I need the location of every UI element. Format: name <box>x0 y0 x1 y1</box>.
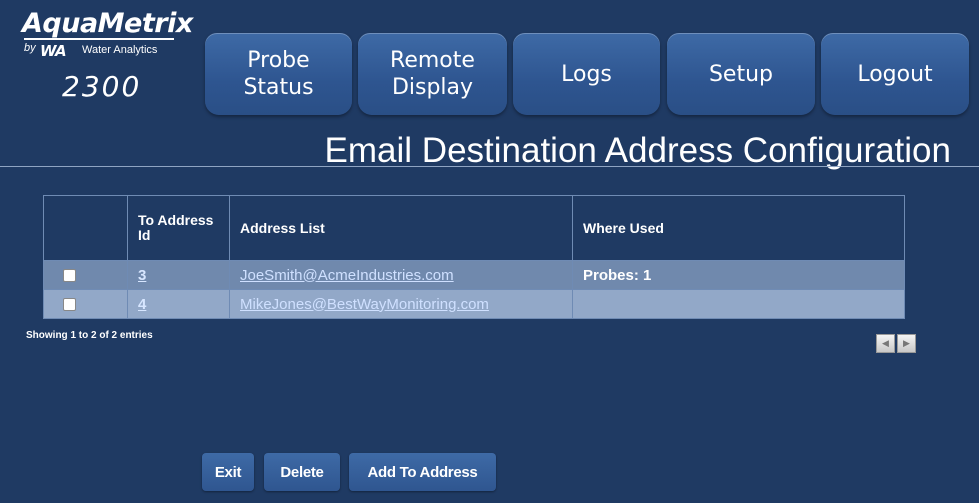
address-id-cell: 4 <box>127 289 230 319</box>
page-title: Email Destination Address Configuration <box>324 131 951 170</box>
where-used-cell: Probes: 1 <box>572 260 905 290</box>
row-select-cell <box>43 260 128 290</box>
table-row: 4 MikeJones@BestWayMonitoring.com <box>43 289 905 319</box>
header-address-id[interactable]: To Address Id <box>127 195 230 261</box>
address-link[interactable]: JoeSmith@AcmeIndustries.com <box>240 267 454 284</box>
row-select-cell <box>43 289 128 319</box>
header-divider <box>0 166 979 167</box>
header-where-used[interactable]: Where Used <box>572 195 905 261</box>
address-link[interactable]: MikeJones@BestWayMonitoring.com <box>240 296 489 313</box>
table-row: 3 JoeSmith@AcmeIndustries.com Probes: 1 <box>43 260 905 290</box>
logo-by: by <box>24 42 36 54</box>
nav-logs[interactable]: Logs <box>513 33 660 115</box>
logo-model-number: 2300 <box>62 70 142 103</box>
triangle-right-icon[interactable]: ▶ <box>897 334 916 353</box>
logo-brand: AquaMetrix <box>22 8 193 39</box>
exit-button[interactable]: Exit <box>202 453 254 491</box>
address-table-container: To Address Id Address List Where Used 3 … <box>43 195 905 319</box>
address-cell: MikeJones@BestWayMonitoring.com <box>229 289 573 319</box>
triangle-left-icon[interactable]: ◀ <box>876 334 895 353</box>
nav-probe-status[interactable]: Probe Status <box>205 33 352 115</box>
add-to-address-button[interactable]: Add To Address <box>349 453 496 491</box>
logo-mark: WA <box>40 42 67 60</box>
nav-setup[interactable]: Setup <box>667 33 815 115</box>
address-id-link[interactable]: 3 <box>138 267 146 284</box>
logo-underline <box>24 38 174 40</box>
address-table: To Address Id Address List Where Used 3 … <box>43 195 905 319</box>
header-select <box>43 195 128 261</box>
logo-subtitle: Water Analytics <box>82 44 158 56</box>
address-cell: JoeSmith@AcmeIndustries.com <box>229 260 573 290</box>
aquametrix-logo: AquaMetrix by WA Water Analytics 2300 <box>18 8 193 118</box>
address-id-cell: 3 <box>127 260 230 290</box>
address-id-link[interactable]: 4 <box>138 296 146 313</box>
row-checkbox[interactable] <box>63 269 76 283</box>
table-header-row: To Address Id Address List Where Used <box>43 195 905 261</box>
nav-remote-display[interactable]: Remote Display <box>358 33 507 115</box>
row-checkbox[interactable] <box>63 298 76 312</box>
header-address-list[interactable]: Address List <box>229 195 573 261</box>
delete-button[interactable]: Delete <box>264 453 340 491</box>
table-info: Showing 1 to 2 of 2 entries <box>26 330 153 341</box>
table-pager: ◀ ▶ <box>876 333 918 353</box>
where-used-cell <box>572 289 905 319</box>
nav-logout[interactable]: Logout <box>821 33 969 115</box>
